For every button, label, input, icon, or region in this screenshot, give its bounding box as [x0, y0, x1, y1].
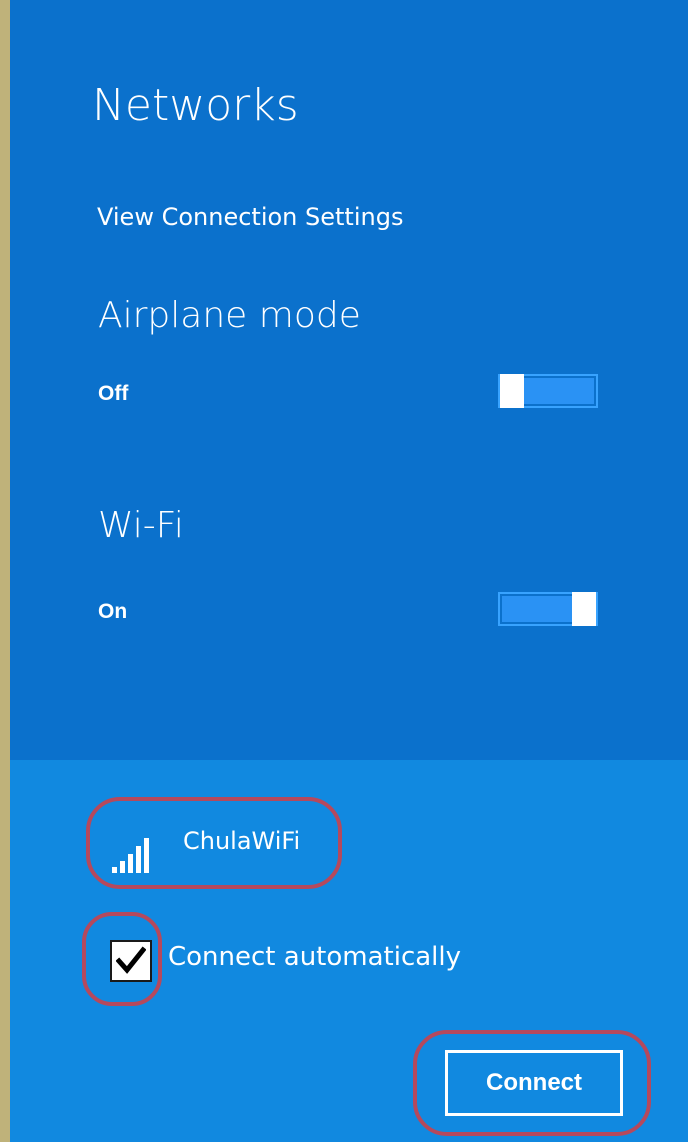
wifi-heading: Wi-Fi: [98, 505, 184, 546]
connect-automatically-checkbox[interactable]: [110, 940, 152, 982]
connect-button[interactable]: Connect: [445, 1050, 623, 1116]
network-ssid: ChulaWiFi: [183, 827, 301, 855]
toggle-track: [524, 378, 594, 404]
toggle-thumb[interactable]: [572, 592, 596, 626]
network-list-item[interactable]: ChulaWiFi: [98, 815, 328, 885]
desktop-edge: [0, 0, 10, 1142]
wifi-toggle[interactable]: [498, 592, 598, 626]
wifi-signal-bars-icon: [112, 838, 149, 873]
connect-automatically-label[interactable]: Connect automatically: [168, 942, 461, 972]
panel-title: Networks: [92, 80, 299, 131]
networks-charm-panel: Networks View Connection Settings Airpla…: [0, 0, 688, 1142]
airplane-mode-heading: Airplane mode: [98, 295, 361, 336]
view-connection-settings-link[interactable]: View Connection Settings: [97, 203, 403, 231]
toggle-thumb[interactable]: [500, 374, 524, 408]
checkmark-icon: [116, 946, 146, 974]
airplane-mode-toggle[interactable]: [498, 374, 598, 408]
toggle-track: [502, 596, 572, 622]
airplane-mode-state: Off: [98, 382, 129, 405]
wifi-state: On: [98, 600, 128, 623]
